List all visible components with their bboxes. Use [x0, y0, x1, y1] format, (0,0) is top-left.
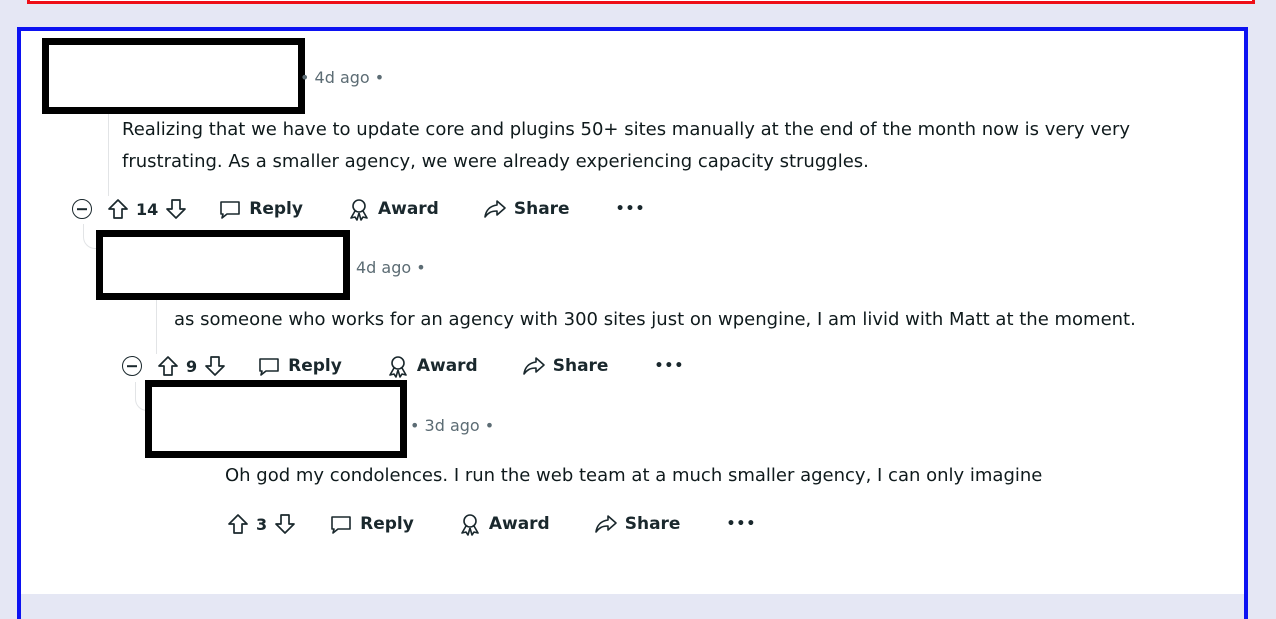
comment-1-score: 14: [136, 199, 159, 219]
redacted-username-3: [145, 380, 407, 458]
downvote-icon[interactable]: [203, 354, 227, 378]
award-label: Award: [488, 514, 550, 534]
comment-2-text: as someone who works for an agency with …: [174, 309, 1136, 330]
thread-line-child: [156, 298, 157, 354]
share-button[interactable]: Share: [594, 512, 681, 536]
share-icon: [594, 515, 617, 533]
share-icon: [522, 357, 545, 375]
comment-3-vote: 3: [226, 512, 297, 536]
reply-button[interactable]: Reply: [218, 197, 303, 221]
comment-1-body: Realizing that we have to update core an…: [122, 114, 1232, 178]
collapse-thread-button[interactable]: [72, 199, 92, 219]
reply-label: Reply: [288, 356, 342, 376]
award-icon: [461, 514, 479, 536]
more-options-button[interactable]: •••: [654, 358, 684, 374]
comment-3-meta: • 3d ago •: [410, 416, 494, 435]
reply-label: Reply: [360, 514, 414, 534]
more-options-button[interactable]: •••: [726, 516, 756, 532]
award-button[interactable]: Award: [458, 512, 550, 536]
comment-3-time[interactable]: 3d ago: [425, 416, 480, 435]
comment-2-body: as someone who works for an agency with …: [174, 304, 1240, 336]
comment-2-score: 9: [186, 356, 198, 376]
comment-bubble-icon: [259, 358, 279, 376]
reply-button[interactable]: Reply: [329, 512, 414, 536]
comment-bubble-icon: [331, 516, 351, 534]
bottom-band: [21, 594, 1244, 619]
award-icon: [389, 356, 407, 378]
upvote-icon[interactable]: [226, 512, 250, 536]
reply-button[interactable]: Reply: [257, 354, 342, 378]
comment-1-text-line-1: Realizing that we have to update core an…: [122, 119, 1131, 140]
award-icon: [350, 199, 368, 221]
collapse-thread-button[interactable]: [122, 356, 142, 376]
award-label: Award: [377, 199, 439, 219]
award-label: Award: [416, 356, 478, 376]
comment-3-score: 3: [256, 514, 268, 534]
meta-separator: •: [300, 68, 310, 87]
meta-separator: •: [374, 68, 385, 87]
comment-2-meta: 4d ago •: [356, 258, 426, 277]
comment-1-meta: • 4d ago •: [300, 68, 384, 87]
reply-label: Reply: [249, 199, 303, 219]
downvote-icon[interactable]: [164, 197, 188, 221]
more-options-button[interactable]: •••: [616, 201, 646, 217]
top-frame: [27, 0, 1255, 4]
share-label: Share: [624, 514, 681, 534]
comment-3-actions: 3 Reply Award Share •••: [226, 508, 756, 540]
downvote-icon[interactable]: [273, 512, 297, 536]
award-button[interactable]: Award: [386, 354, 478, 378]
comment-2-actions: 9 Reply Award Share •••: [122, 350, 684, 382]
meta-separator: •: [416, 258, 426, 277]
comment-1-vote: 14: [106, 197, 188, 221]
meta-separator: •: [410, 416, 420, 435]
thread-line-root: [108, 112, 109, 196]
share-label: Share: [552, 356, 609, 376]
comment-2-time[interactable]: 4d ago: [356, 258, 411, 277]
comment-1-text-line-2: frustrating. As a smaller agency, we wer…: [122, 151, 869, 172]
award-button[interactable]: Award: [347, 197, 439, 221]
comment-1-actions: 14 Reply Award Share •••: [72, 193, 645, 225]
share-button[interactable]: Share: [483, 197, 570, 221]
comment-3-text: Oh god my condolences. I run the web tea…: [225, 465, 1043, 486]
comment-2-vote: 9: [156, 354, 227, 378]
redacted-username-2: [96, 230, 350, 300]
comment-3-body: Oh god my condolences. I run the web tea…: [225, 460, 1225, 492]
upvote-icon[interactable]: [156, 354, 180, 378]
share-label: Share: [513, 199, 570, 219]
redacted-username-1: [42, 38, 305, 114]
upvote-icon[interactable]: [106, 197, 130, 221]
share-button[interactable]: Share: [522, 354, 609, 378]
meta-separator: •: [484, 416, 495, 435]
comment-1-time[interactable]: 4d ago: [315, 68, 370, 87]
share-icon: [484, 200, 506, 218]
comment-bubble-icon: [220, 201, 241, 219]
